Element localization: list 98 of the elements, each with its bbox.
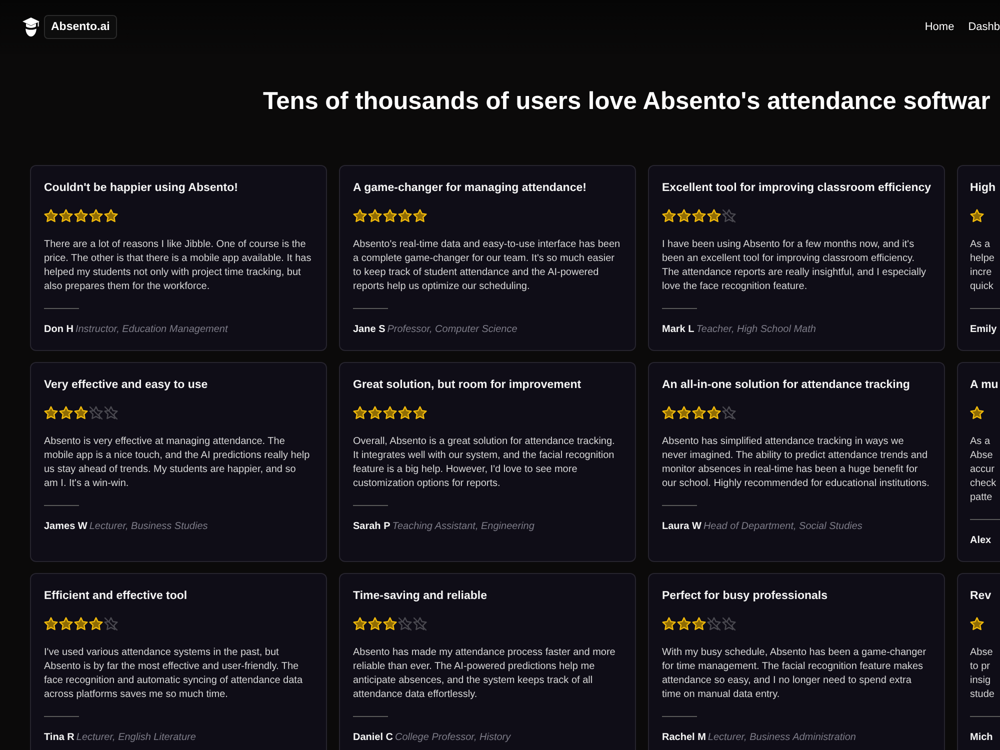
reviewer-name: Don H xyxy=(44,323,74,338)
review-text: Absento has made my attendance process faster and more reliable than ever. The AI-powered predictions help me anticipate absences, and the system keeps track of all attendance data effortlessly. xyxy=(353,646,616,702)
review-title: A game-changer for managing attendance! xyxy=(353,181,586,196)
star-icon xyxy=(368,209,382,224)
star-off-icon xyxy=(413,617,427,632)
star-icon xyxy=(368,406,382,420)
star-icon xyxy=(692,406,706,420)
reviewer-name: Daniel C xyxy=(353,731,394,746)
reviewer-role: Instructor, Education Management xyxy=(75,323,228,338)
star-icon xyxy=(677,209,691,224)
review-title: Great solution, but room for improvement xyxy=(353,378,582,394)
star-icon xyxy=(44,406,58,420)
review-text: I have been using Absento for a few months now, and it's been an excellent tool for improving classroom efficiency. The attendance reports are really insightful, and I especially love the face recognition feature. xyxy=(662,238,928,294)
star-icon xyxy=(970,406,984,420)
star-icon xyxy=(970,209,984,224)
star-icon xyxy=(89,617,103,632)
review-title: Efficient and effective tool xyxy=(44,589,188,604)
star-icon xyxy=(74,406,88,420)
reviewer-role: Lecturer, Business Administration xyxy=(708,731,856,746)
star-icon xyxy=(59,209,73,224)
star-icon xyxy=(89,209,103,224)
review-title: An all-in-one solution for attendance tracking xyxy=(662,378,910,394)
star-off-icon xyxy=(722,406,736,420)
reviewer-name: Laura W xyxy=(662,520,702,534)
star-icon xyxy=(104,209,118,224)
star-icon xyxy=(413,209,427,224)
reviewer-role: Teaching Assistant, Engineering xyxy=(392,520,534,534)
review-title: Perfect for busy professionals xyxy=(662,589,828,604)
review-text: Absento has simplified attendance tracking in ways we never imagined. The ability to predict attendance trends and monitor absences in real-time has been a huge benefit for our school. Highly recommended for educational institutions. xyxy=(662,435,930,492)
star-off-icon xyxy=(707,617,721,632)
reviewer-role: Teacher, High School Math xyxy=(696,323,816,338)
reviewer-name: James W xyxy=(44,520,88,534)
star-icon xyxy=(383,617,397,632)
star-icon xyxy=(44,617,58,632)
review-title: Very effective and easy to use xyxy=(44,378,208,394)
reviewer-role: College Professor, History xyxy=(395,731,511,746)
reviewer-name: Jane S xyxy=(353,323,386,338)
star-off-icon xyxy=(722,617,736,632)
star-icon xyxy=(59,406,73,420)
review-text: Absento's real-time data and easy-to-use interface has been a complete game-changer for our team. It's so much easier to keep track of student attendance and the AI-powered reports help us optimize our scheduling. xyxy=(353,238,621,294)
star-icon xyxy=(368,617,382,632)
student-icon xyxy=(22,17,40,37)
star-off-icon xyxy=(104,617,118,632)
review-text: As a helpe incre quick xyxy=(970,238,994,294)
star-icon xyxy=(353,617,367,632)
star-icon xyxy=(662,406,676,420)
star-icon xyxy=(662,209,676,224)
reviewer-name: Mich xyxy=(970,731,993,746)
page-heading: Tens of thousands of users love Absento's attendance softwar xyxy=(263,87,990,116)
star-icon xyxy=(353,209,367,224)
star-icon xyxy=(692,617,706,632)
review-text: Overall, Absento is a great solution for attendance tracking. It integrates well with our system, and the facial recognition feature is a big help. However, I'd love to see more customization options for reports. xyxy=(353,435,616,492)
star-icon xyxy=(59,617,73,632)
review-title: Time-saving and reliable xyxy=(353,589,488,604)
star-icon xyxy=(692,209,706,224)
reviewer-role: Lecturer, Business Studies xyxy=(89,520,208,534)
nav-link[interactable]: Home xyxy=(924,20,954,34)
nav-link[interactable]: Dashb xyxy=(968,20,1000,34)
review-text: Abse to pr insig stude xyxy=(970,646,994,702)
star-icon xyxy=(677,406,691,420)
star-off-icon xyxy=(722,209,736,224)
review-title: Excellent tool for improving classroom efficiency xyxy=(662,181,932,196)
star-icon xyxy=(662,617,676,632)
reviewer-name: Mark L xyxy=(662,323,694,338)
reviewer-name: Emily xyxy=(970,323,997,338)
reviewer-role: Lecturer, English Literature xyxy=(76,731,196,746)
star-icon xyxy=(383,209,397,224)
star-icon xyxy=(44,209,58,224)
star-icon xyxy=(398,209,412,224)
review-text: With my busy schedule, Absento has been a game-changer for time management. The facial recognition feature makes attendance so easy, and I no longer need to spend extra time on manual data entry. xyxy=(662,646,928,702)
star-icon xyxy=(707,209,721,224)
review-title: Rev xyxy=(970,589,992,604)
star-off-icon xyxy=(89,406,103,420)
reviewer-name: Tina R xyxy=(44,731,74,746)
brand-link[interactable]: Absento.ai xyxy=(44,15,117,39)
star-off-icon xyxy=(104,406,118,420)
star-icon xyxy=(398,406,412,420)
review-text: As a Abse accur check patte xyxy=(970,435,996,506)
reviewer-role: Professor, Computer Science xyxy=(387,323,518,338)
review-title: Couldn't be happier using Absento! xyxy=(44,181,238,196)
review-text: There are a lot of reasons I like Jibble. One of course is the price. The other is that there is a mobile app available. It has helped my students not only with project time tracking, but also prepares them for the workforce. xyxy=(44,238,312,294)
star-icon xyxy=(677,617,691,632)
reviewer-name: Alex xyxy=(970,534,992,548)
star-icon xyxy=(707,406,721,420)
reviewer-name: Sarah P xyxy=(353,520,390,534)
star-icon xyxy=(970,617,984,632)
star-icon xyxy=(74,209,88,224)
star-icon xyxy=(74,617,88,632)
review-title: High xyxy=(970,181,996,196)
reviewer-role: Head of Department, Social Studies xyxy=(703,520,862,534)
star-off-icon xyxy=(398,617,412,632)
review-text: Absento is very effective at managing attendance. The mobile app is a nice touch, and the AI predictions really help us stay ahead of trends. My students are happier, and so am I. It's a win-win. xyxy=(44,435,311,492)
reviewer-name: Rachel M xyxy=(662,731,706,746)
star-icon xyxy=(383,406,397,420)
star-icon xyxy=(353,406,367,420)
review-title: A mu xyxy=(970,378,998,394)
review-text: I've used various attendance systems in the past, but Absento is by far the most effective and user-friendly. The face recognition and automatic syncing of attendance data across platforms saves me so much time. xyxy=(44,646,304,702)
star-icon xyxy=(413,406,427,420)
